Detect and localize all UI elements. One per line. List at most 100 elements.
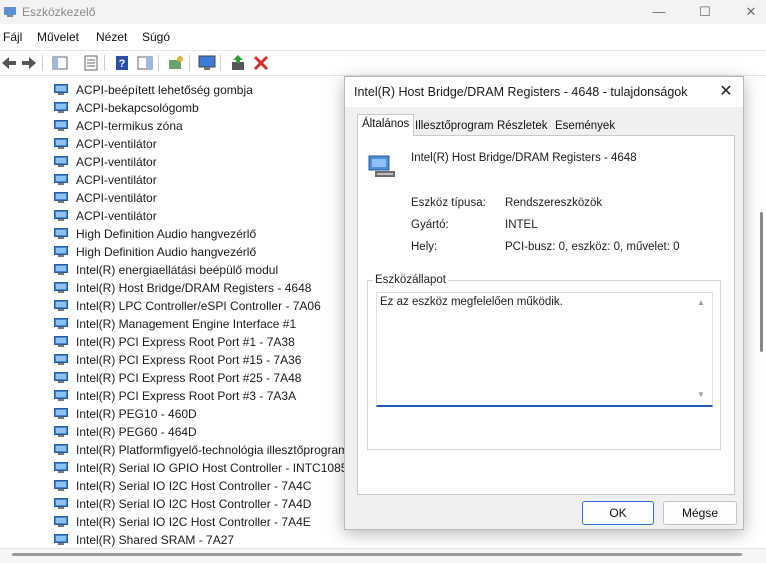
tree-item[interactable]: Intel(R) Serial IO GPIO Host Controller … xyxy=(54,459,360,477)
system-device-icon xyxy=(54,534,68,545)
tree-item-label: ACPI-ventilátor xyxy=(76,209,157,223)
tab-events[interactable]: Események xyxy=(551,117,619,135)
tree-item-label: Intel(R) PCI Express Root Port #1 - 7A38 xyxy=(76,335,295,349)
action-pane-icon[interactable] xyxy=(136,54,154,72)
properties-dialog: Intel(R) Host Bridge/DRAM Registers - 46… xyxy=(344,76,744,530)
uninstall-icon[interactable] xyxy=(252,54,270,72)
console-tree-icon[interactable] xyxy=(51,54,69,72)
ok-button[interactable]: OK xyxy=(582,501,654,525)
system-device-icon xyxy=(54,462,68,473)
tree-item[interactable]: Intel(R) PCI Express Root Port #25 - 7A4… xyxy=(54,369,360,387)
horizontal-scrollbar-thumb[interactable] xyxy=(12,553,742,556)
scan-hardware-icon[interactable] xyxy=(167,54,185,72)
tree-item-label: Intel(R) PCI Express Root Port #15 - 7A3… xyxy=(76,353,302,367)
update-driver-icon[interactable] xyxy=(229,54,247,72)
device-type-value: Rendszereszközök xyxy=(505,197,603,209)
tree-item[interactable]: Intel(R) PCI Express Root Port #15 - 7A3… xyxy=(54,351,360,369)
system-device-icon xyxy=(54,426,68,437)
tree-item-label: Intel(R) Host Bridge/DRAM Registers - 46… xyxy=(76,281,312,295)
tree-item[interactable]: ACPI-bekapcsológomb xyxy=(54,99,360,117)
system-device-icon xyxy=(54,228,68,239)
tree-item[interactable]: Intel(R) PEG10 - 460D xyxy=(54,405,360,423)
tree-item-label: Intel(R) Management Engine Interface #1 xyxy=(76,317,297,331)
system-device-icon xyxy=(54,372,68,383)
system-device-icon xyxy=(54,354,68,365)
tree-item[interactable]: ACPI-ventilátor xyxy=(54,189,360,207)
tree-item-label: ACPI-ventilátor xyxy=(76,191,157,205)
tree-item[interactable]: Intel(R) PCI Express Root Port #1 - 7A38 xyxy=(54,333,360,351)
tree-item-label: ACPI-beépített lehetőség gombja xyxy=(76,83,253,97)
tree-item[interactable]: High Definition Audio hangvezérlő xyxy=(54,243,360,261)
scroll-up-arrow-icon[interactable]: ▲ xyxy=(697,298,705,307)
dialog-title: Intel(R) Host Bridge/DRAM Registers - 46… xyxy=(354,85,688,99)
system-device-icon xyxy=(54,282,68,293)
device-manager-icon xyxy=(4,7,16,17)
tree-item[interactable]: ACPI-beépített lehetőség gombja xyxy=(54,81,360,99)
toolbar-separator xyxy=(104,55,105,71)
tab-general[interactable]: Általános xyxy=(357,114,415,136)
menu-help[interactable]: Súgó xyxy=(142,30,170,44)
tree-item[interactable]: Intel(R) Serial IO I2C Host Controller -… xyxy=(54,477,360,495)
tree-item[interactable]: High Definition Audio hangvezérlő xyxy=(54,225,360,243)
device-status-textbox[interactable] xyxy=(376,292,713,407)
tree-item[interactable]: Intel(R) Serial IO I2C Host Controller -… xyxy=(54,513,360,531)
tree-item[interactable]: ACPI-ventilátor xyxy=(54,153,360,171)
tree-item[interactable]: Intel(R) Platformfigyelő-technológia ill… xyxy=(54,441,360,459)
help-icon[interactable]: ? xyxy=(113,54,131,72)
tab-driver[interactable]: Illesztőprogram xyxy=(411,117,498,135)
tree-item[interactable]: Intel(R) Management Engine Interface #1 xyxy=(54,315,360,333)
tab-details[interactable]: Részletek xyxy=(493,117,552,135)
tree-item[interactable]: Intel(R) Serial IO I2C Host Controller -… xyxy=(54,495,360,513)
device-name: Intel(R) Host Bridge/DRAM Registers - 46… xyxy=(411,152,637,164)
tree-item[interactable]: Intel(R) PCI Express Root Port #3 - 7A3A xyxy=(54,387,360,405)
tree-item-label: Intel(R) Serial IO I2C Host Controller -… xyxy=(76,479,312,493)
tree-item-label: Intel(R) Serial IO I2C Host Controller -… xyxy=(76,497,312,511)
dialog-close-button[interactable]: ✕ xyxy=(715,81,737,103)
tree-item-label: Intel(R) Serial IO I2C Host Controller -… xyxy=(76,515,311,529)
menu-view[interactable]: Nézet xyxy=(96,30,127,44)
tree-item-label: High Definition Audio hangvezérlő xyxy=(76,245,257,259)
system-device-icon xyxy=(54,102,68,113)
tree-item-label: Intel(R) Platformfigyelő-technológia ill… xyxy=(76,443,349,457)
menu-action[interactable]: Művelet xyxy=(37,30,79,44)
manufacturer-value: INTEL xyxy=(505,219,538,231)
tree-item[interactable]: Intel(R) LPC Controller/eSPI Controller … xyxy=(54,297,360,315)
tree-item[interactable]: Intel(R) Host Bridge/DRAM Registers - 46… xyxy=(54,279,360,297)
minimize-button[interactable]: — xyxy=(636,0,682,24)
scroll-down-arrow-icon[interactable]: ▼ xyxy=(697,390,705,399)
menu-bar: Fájl Művelet Nézet Súgó xyxy=(0,26,766,48)
tree-item-label: ACPI-termikus zóna xyxy=(76,119,183,133)
forward-icon[interactable] xyxy=(20,54,38,72)
toolbar-separator xyxy=(189,55,190,71)
properties-icon[interactable] xyxy=(82,54,100,72)
close-window-button[interactable]: ✕ xyxy=(728,0,766,24)
toolbar-separator xyxy=(158,55,159,71)
device-status-text: Ez az eszköz megfelelően működik. xyxy=(380,296,563,308)
tree-item[interactable]: Intel(R) PEG60 - 464D xyxy=(54,423,360,441)
menu-file[interactable]: Fájl xyxy=(3,30,22,44)
toolbar-separator xyxy=(220,55,221,71)
monitor-icon[interactable] xyxy=(198,54,216,72)
tree-item-label: ACPI-ventilátor xyxy=(76,155,157,169)
svg-text:?: ? xyxy=(119,58,126,70)
tree-item[interactable]: Intel(R) energiaellátási beépülő modul xyxy=(54,261,360,279)
system-device-icon xyxy=(54,336,68,347)
cancel-button[interactable]: Mégse xyxy=(663,501,737,525)
tree-item-label: ACPI-bekapcsológomb xyxy=(76,101,199,115)
vertical-scrollbar[interactable] xyxy=(760,212,763,352)
tree-item[interactable]: ACPI-ventilátor xyxy=(54,207,360,225)
tree-item[interactable]: ACPI-termikus zóna xyxy=(54,117,360,135)
device-tree[interactable]: ACPI-beépített lehetőség gombja ACPI-beka… xyxy=(0,77,360,547)
back-icon[interactable] xyxy=(0,54,18,72)
tree-item-label: ACPI-ventilátor xyxy=(76,173,157,187)
system-device-icon xyxy=(54,300,68,311)
system-device-icon xyxy=(54,210,68,221)
tree-item[interactable]: Intel(R) Shared SRAM - 7A27 xyxy=(54,531,360,547)
maximize-button[interactable]: ☐ xyxy=(682,0,728,24)
tree-item-label: Intel(R) PCI Express Root Port #3 - 7A3A xyxy=(76,389,297,403)
tree-item[interactable]: ACPI-ventilátor xyxy=(54,171,360,189)
tree-item[interactable]: ACPI-ventilátor xyxy=(54,135,360,153)
tree-item-label: Intel(R) PCI Express Root Port #25 - 7A4… xyxy=(76,371,302,385)
tree-item-label: Intel(R) Shared SRAM - 7A27 xyxy=(76,533,235,547)
system-device-icon xyxy=(54,408,68,419)
